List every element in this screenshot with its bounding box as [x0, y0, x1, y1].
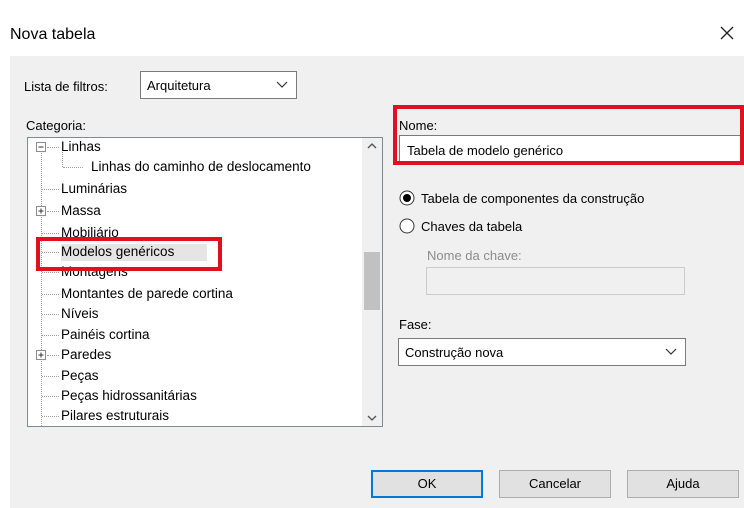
tree-scrollbar[interactable]	[362, 138, 382, 426]
tree-branch	[63, 167, 83, 168]
tree-branch	[42, 189, 59, 190]
tree-item[interactable]: Peças hidrossanitárias	[61, 388, 197, 404]
collapse-icon[interactable]	[36, 142, 46, 152]
key-name-input	[426, 267, 685, 295]
tree-branch	[42, 294, 59, 295]
chevron-down-icon	[665, 343, 677, 361]
tree-item[interactable]: Linhas do caminho de deslocamento	[91, 159, 311, 175]
close-icon[interactable]	[714, 20, 740, 46]
tree-branch	[42, 272, 59, 273]
tree-item[interactable]: Montantes de parede cortina	[61, 286, 233, 302]
tree-item[interactable]: Paredes	[61, 347, 111, 363]
tree-item[interactable]: Luminárias	[61, 181, 127, 197]
tree-branch	[42, 416, 59, 417]
tree-branch	[42, 376, 59, 377]
tree-item[interactable]: Peças	[61, 368, 99, 384]
chevron-down-icon	[276, 76, 288, 94]
tree-item[interactable]: Massa	[61, 203, 101, 219]
highlight-box-name	[393, 105, 744, 165]
tree-branch	[42, 233, 59, 234]
tree-connector	[41, 142, 42, 426]
tree-branch	[42, 335, 59, 336]
highlight-box-category	[36, 237, 222, 271]
phase-label: Fase:	[399, 317, 432, 332]
expand-icon[interactable]	[36, 350, 46, 360]
phase-dropdown[interactable]: Construção nova	[398, 338, 686, 366]
expand-icon[interactable]	[36, 206, 46, 216]
cancel-button[interactable]: Cancelar	[499, 470, 611, 498]
filter-label: Lista de filtros:	[24, 79, 108, 94]
key-name-label: Nome da chave:	[427, 248, 522, 263]
filter-dropdown[interactable]: Arquitetura	[140, 71, 297, 99]
scroll-up-icon[interactable]	[362, 138, 382, 154]
ok-button[interactable]: OK	[371, 470, 483, 498]
tree-branch	[47, 147, 59, 148]
radio-schedule-keys[interactable]	[399, 218, 415, 234]
tree-branch	[47, 211, 59, 212]
phase-value: Construção nova	[405, 345, 504, 360]
radio-building-components-label[interactable]: Tabela de componentes da construção	[421, 191, 644, 206]
scroll-down-icon[interactable]	[362, 410, 382, 426]
tree-branch	[42, 314, 59, 315]
tree-branch	[47, 355, 59, 356]
filter-value: Arquitetura	[147, 78, 211, 93]
radio-schedule-keys-label[interactable]: Chaves da tabela	[421, 219, 522, 234]
tree-item[interactable]: Painéis cortina	[61, 327, 150, 343]
dialog-title: Nova tabela	[10, 26, 96, 43]
scroll-thumb[interactable]	[364, 252, 380, 310]
tree-branch	[42, 396, 59, 397]
tree-item[interactable]: Pilares estruturais	[61, 408, 169, 424]
radio-building-components[interactable]	[399, 190, 415, 206]
tree-item[interactable]: Níveis	[61, 306, 99, 322]
tree-item[interactable]: Linhas	[61, 139, 101, 155]
category-label: Categoria:	[26, 118, 86, 133]
help-button[interactable]: Ajuda	[627, 470, 739, 498]
category-tree[interactable]: Linhas Linhas do caminho de deslocamento…	[27, 137, 383, 427]
